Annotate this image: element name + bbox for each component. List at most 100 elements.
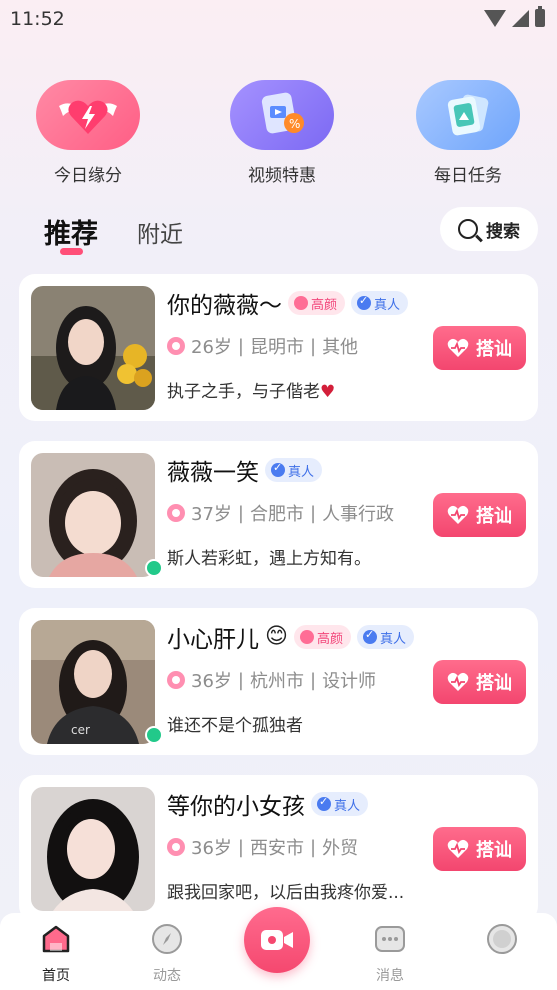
search-button[interactable]: 搜索 xyxy=(440,207,538,251)
user-card[interactable]: 薇薇一笑 真人 37岁 | 合肥市 | 人事行政 斯人若彩虹，遇上方知有。 搭讪 xyxy=(19,441,538,588)
flirt-button[interactable]: 搭讪 xyxy=(433,827,526,871)
user-card[interactable]: cer 小心肝儿 😊 高颜 真人 36岁 | 杭州市 | 设计师 谁还不是个孤独… xyxy=(19,608,538,755)
looks-icon xyxy=(294,296,308,310)
nav-messages[interactable]: 消息 xyxy=(350,923,430,985)
user-bio: 斯人若彩虹，遇上方知有。 xyxy=(167,549,371,569)
badge-verified-label: 真人 xyxy=(379,631,406,647)
status-bar: 11:52 xyxy=(0,0,557,40)
quick-action-label: 视频特惠 xyxy=(248,166,316,186)
looks-icon xyxy=(299,630,314,644)
badge-verified-label: 真人 xyxy=(334,798,361,814)
verified-icon xyxy=(357,294,372,310)
nav-home[interactable]: 首页 xyxy=(16,923,96,985)
flirt-button[interactable]: 搭讪 xyxy=(433,493,526,537)
search-icon xyxy=(458,219,478,239)
name-row: 小心肝儿 😊 高颜 真人 xyxy=(167,620,414,654)
user-name: 小心肝儿 xyxy=(167,627,259,653)
verified-icon xyxy=(317,795,331,811)
heart-pulse-icon xyxy=(447,839,469,858)
badge-looks: 高颜 xyxy=(293,625,351,649)
user-card[interactable]: 你的薇薇～ 高颜 真人 26岁 | 昆明市 | 其他 执子之手，与子偕老♥ 搭讪 xyxy=(19,274,538,421)
separator: | xyxy=(237,502,244,524)
badge-verified: 真人 xyxy=(356,625,414,649)
heart-emoji-icon: ♥ xyxy=(320,382,336,402)
search-label: 搜索 xyxy=(486,221,520,242)
female-icon xyxy=(167,337,185,355)
bottom-nav: 首页 动态 消息 xyxy=(0,907,557,990)
user-meta: 26岁 | 昆明市 | 其他 xyxy=(167,333,358,359)
quick-action-label: 每日任务 xyxy=(434,166,502,186)
flirt-button[interactable]: 搭讪 xyxy=(433,660,526,704)
separator: | xyxy=(237,335,244,357)
user-age: 36岁 xyxy=(191,671,232,692)
badge-looks: 高颜 xyxy=(288,291,346,315)
quick-action-daily-match[interactable]: 今日缘分 xyxy=(36,80,140,186)
separator: | xyxy=(237,836,244,858)
status-icons xyxy=(484,6,545,27)
nav-messages-label: 消息 xyxy=(376,968,404,984)
flirt-label: 搭讪 xyxy=(476,506,512,527)
avatar[interactable] xyxy=(31,787,155,911)
online-indicator xyxy=(145,559,163,577)
online-indicator xyxy=(145,726,163,744)
user-job: 人事行政 xyxy=(322,504,395,525)
nav-moments-label: 动态 xyxy=(153,968,181,984)
flirt-button[interactable]: 搭讪 xyxy=(433,326,526,370)
nav-profile[interactable] xyxy=(462,923,542,959)
quick-action-label: 今日缘分 xyxy=(54,166,122,186)
tab-recommend[interactable]: 推荐 xyxy=(44,212,98,251)
video-discount-icon: % xyxy=(230,80,334,150)
user-job: 设计师 xyxy=(322,671,377,692)
separator: | xyxy=(309,836,317,858)
verified-icon xyxy=(271,461,285,477)
separator: | xyxy=(309,669,317,691)
user-job: 其他 xyxy=(322,337,359,358)
user-name: 薇薇一笑 xyxy=(167,460,259,486)
winged-heart-icon xyxy=(36,80,140,150)
user-name: 等你的小女孩 xyxy=(167,794,305,820)
svg-text:cer: cer xyxy=(71,723,90,737)
photo-cards-icon xyxy=(416,80,520,150)
message-icon xyxy=(375,926,405,952)
smile-emoji-icon: 😊 xyxy=(265,624,288,649)
female-icon xyxy=(167,671,185,689)
name-row: 等你的小女孩 真人 xyxy=(167,787,369,821)
badge-verified: 真人 xyxy=(311,792,369,816)
avatar[interactable]: cer xyxy=(31,620,155,744)
video-camera-icon xyxy=(261,930,293,950)
tab-nearby[interactable]: 附近 xyxy=(137,215,183,249)
bio-text: 执子之手，与子偕老 xyxy=(167,382,320,402)
user-bio: 跟我回家吧，以后由我疼你爱... xyxy=(167,883,405,903)
home-icon xyxy=(42,925,70,953)
user-city: 西安市 xyxy=(249,838,304,859)
user-age: 26岁 xyxy=(191,337,232,358)
user-name: 你的薇薇～ xyxy=(167,293,282,319)
badge-verified: 真人 xyxy=(265,458,323,482)
nav-moments[interactable]: 动态 xyxy=(127,923,207,985)
user-job: 外贸 xyxy=(322,838,359,859)
user-card[interactable]: 等你的小女孩 真人 36岁 | 西安市 | 外贸 跟我回家吧，以后由我疼你爱..… xyxy=(19,775,538,922)
badge-verified: 真人 xyxy=(351,291,409,315)
video-call-button[interactable] xyxy=(244,907,310,973)
user-meta: 37岁 | 合肥市 | 人事行政 xyxy=(167,500,394,526)
female-icon xyxy=(167,504,185,522)
user-bio: 执子之手，与子偕老♥ xyxy=(167,377,335,402)
name-row: 你的薇薇～ 高颜 真人 xyxy=(167,286,409,320)
user-meta: 36岁 | 杭州市 | 设计师 xyxy=(167,667,376,693)
separator: | xyxy=(309,502,317,524)
compass-icon xyxy=(152,924,182,954)
signal-icon xyxy=(512,9,529,27)
user-city: 杭州市 xyxy=(249,671,304,692)
badge-verified-label: 真人 xyxy=(374,297,401,313)
name-row: 薇薇一笑 真人 xyxy=(167,453,323,487)
status-time: 11:52 xyxy=(10,8,65,30)
nav-home-label: 首页 xyxy=(42,968,70,984)
heart-pulse-icon xyxy=(447,338,469,357)
separator: | xyxy=(237,669,244,691)
flirt-label: 搭讪 xyxy=(476,673,512,694)
avatar[interactable] xyxy=(31,453,155,577)
badge-looks-label: 高颜 xyxy=(316,631,343,647)
quick-action-video-deal[interactable]: % 视频特惠 xyxy=(230,80,334,186)
avatar[interactable] xyxy=(31,286,155,410)
quick-action-daily-tasks[interactable]: 每日任务 xyxy=(416,80,520,186)
